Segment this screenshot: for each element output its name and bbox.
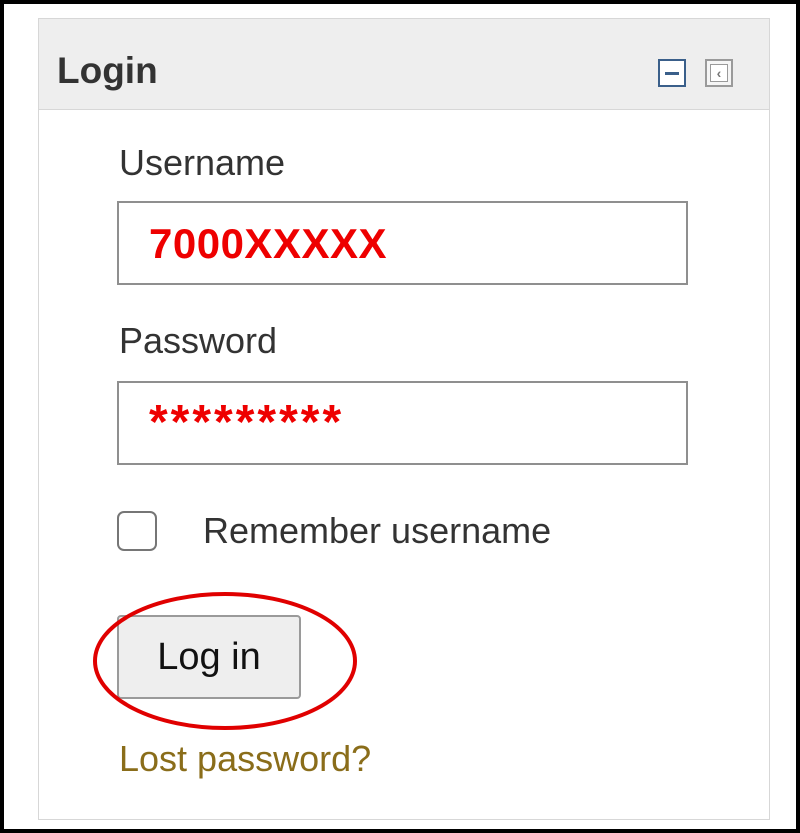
remember-username-checkbox[interactable]: [117, 511, 157, 551]
minus-bar: [665, 72, 679, 75]
chevron-left-icon[interactable]: ‹: [705, 59, 733, 87]
screenshot-frame: Login ‹ Username 7000XXXXX Password ****…: [0, 0, 800, 833]
block-header: Login ‹: [39, 19, 769, 110]
block-title: Login: [57, 50, 158, 91]
password-field[interactable]: *********: [117, 381, 688, 465]
username-value: 7000XXXXX: [149, 220, 388, 267]
username-field[interactable]: 7000XXXXX: [117, 201, 688, 285]
login-block: Login ‹ Username 7000XXXXX Password ****…: [38, 18, 770, 820]
minus-icon[interactable]: [658, 59, 686, 87]
password-label: Password: [119, 320, 278, 361]
lost-password-link[interactable]: Lost password?: [119, 737, 371, 781]
username-label: Username: [119, 142, 286, 183]
login-button[interactable]: Log in: [117, 615, 301, 699]
chevron-glyph: ‹: [710, 64, 728, 82]
password-value: *********: [149, 396, 345, 449]
remember-username-label[interactable]: Remember username: [203, 509, 551, 553]
